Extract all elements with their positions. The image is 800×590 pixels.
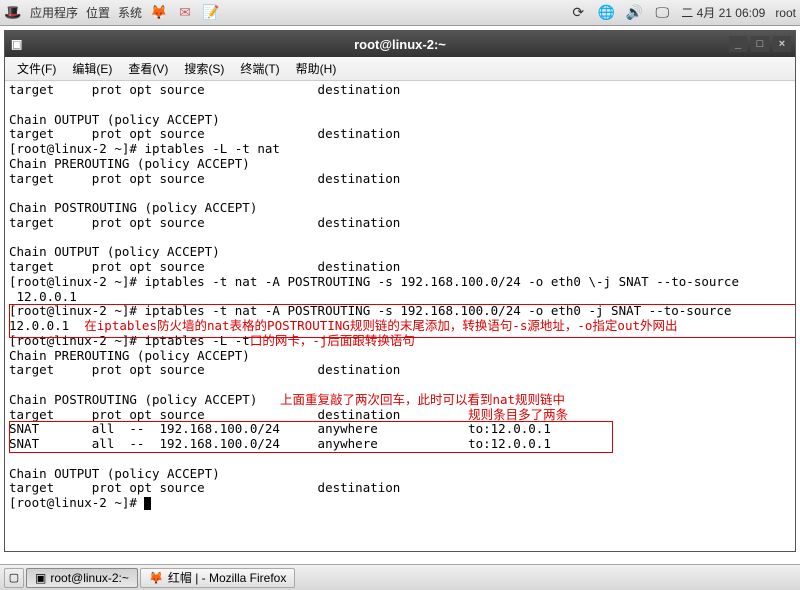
screen-icon[interactable]: 🖵: [653, 4, 671, 22]
menu-terminal[interactable]: 终端(T): [234, 58, 285, 79]
menu-search[interactable]: 搜索(S): [178, 58, 230, 79]
firefox-launcher-icon[interactable]: 🦊: [150, 4, 168, 22]
firefox-icon: 🦊: [149, 571, 164, 585]
terminal-icon: ▣: [35, 571, 46, 585]
menu-help[interactable]: 帮助(H): [290, 58, 343, 79]
window-icon: ▣: [11, 37, 22, 51]
menu-file[interactable]: 文件(F): [11, 58, 62, 79]
maximize-button[interactable]: □: [751, 36, 769, 52]
volume-icon[interactable]: 🔊: [625, 4, 643, 22]
show-desktop-button[interactable]: ▢: [4, 568, 24, 588]
taskbar-item-terminal[interactable]: ▣ root@linux-2:~: [26, 568, 138, 588]
evolution-launcher-icon[interactable]: ✉: [176, 4, 194, 22]
menu-places[interactable]: 位置: [86, 4, 110, 21]
terminal-window: ▣ root@linux-2:~ _ □ × 文件(F) 编辑(E) 查看(V)…: [4, 30, 796, 552]
user-menu[interactable]: root: [775, 6, 796, 20]
menu-system[interactable]: 系统: [118, 4, 142, 21]
notes-launcher-icon[interactable]: 📝: [202, 4, 220, 22]
close-button[interactable]: ×: [773, 36, 791, 52]
top-panel: 🎩 应用程序 位置 系统 🦊 ✉ 📝 ⟳ 🌐 🔊 🖵 二 4月 21 06:09…: [0, 0, 800, 26]
update-icon[interactable]: ⟳: [569, 4, 587, 22]
bottom-panel: ▢ ▣ root@linux-2:~ 🦊 红帽 | - Mozilla Fire…: [0, 564, 800, 590]
terminal-cursor: [144, 497, 151, 510]
taskbar-item-firefox[interactable]: 🦊 红帽 | - Mozilla Firefox: [140, 568, 295, 588]
menubar: 文件(F) 编辑(E) 查看(V) 搜索(S) 终端(T) 帮助(H): [5, 57, 795, 81]
network-icon[interactable]: 🌐: [597, 4, 615, 22]
titlebar[interactable]: ▣ root@linux-2:~ _ □ ×: [5, 31, 795, 57]
clock[interactable]: 二 4月 21 06:09: [681, 4, 765, 21]
window-title: root@linux-2:~: [354, 37, 446, 52]
menu-edit[interactable]: 编辑(E): [66, 58, 118, 79]
menu-view[interactable]: 查看(V): [122, 58, 174, 79]
menu-applications[interactable]: 应用程序: [30, 4, 78, 21]
redhat-icon: 🎩: [4, 4, 22, 22]
minimize-button[interactable]: _: [729, 36, 747, 52]
annotation-box-2: [9, 421, 613, 453]
terminal-content[interactable]: target prot opt source destination Chain…: [5, 81, 795, 551]
